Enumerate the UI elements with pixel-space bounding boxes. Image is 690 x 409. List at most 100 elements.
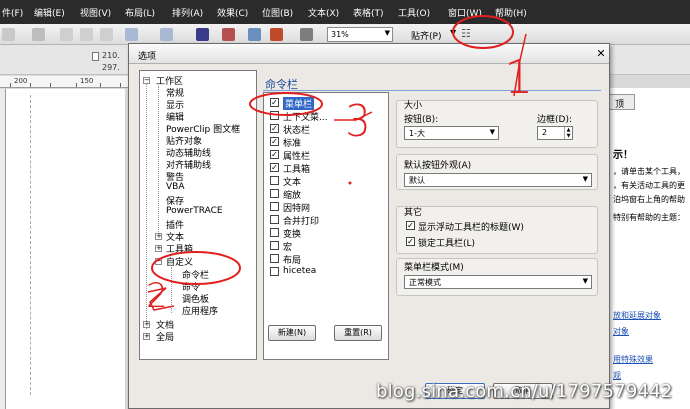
page-height-value[interactable]: 297. (102, 63, 120, 72)
checkbox[interactable]: ✓ (270, 150, 279, 159)
hints-docker: 顶 示！ ，请单击某个工具， ，有关活动工具的更 泊坞窗右上角的帮助 特别有帮助… (608, 88, 690, 409)
menu-view[interactable]: 视图(V) (80, 6, 111, 19)
options-icon[interactable]: ☷ (461, 27, 471, 40)
docker-tab[interactable]: 顶 (609, 94, 635, 110)
cut-icon[interactable] (60, 28, 73, 41)
list-item[interactable]: 合并打印 (270, 214, 388, 227)
page-width-value[interactable]: 210. (102, 51, 120, 60)
menu-file[interactable]: 件(F) (2, 6, 23, 19)
menu-edit[interactable]: 编辑(E) (34, 6, 65, 19)
snap-to-button[interactable]: 贴齐(P) (411, 29, 441, 42)
menubar-mode-select[interactable]: 正常模式 ▼ (404, 275, 592, 289)
button-size-select[interactable]: 1-大 ▼ (404, 126, 499, 140)
list-item[interactable]: 缩放 (270, 188, 388, 201)
paste-icon[interactable] (100, 28, 113, 41)
list-item[interactable]: ✓ 属性栏 (270, 149, 388, 162)
zoom-value: 31% (331, 30, 349, 39)
checkbox[interactable]: ✓ (270, 163, 279, 172)
list-item-label: 缩放 (283, 191, 302, 201)
menu-table[interactable]: 表格(T) (353, 6, 384, 19)
menu-bitmaps[interactable]: 位图(B) (262, 6, 293, 19)
appearance-select[interactable]: 默认 ▼ (404, 173, 592, 187)
list-item[interactable]: 布局 (270, 253, 388, 266)
tree-item-vba[interactable]: VBA (166, 182, 185, 192)
expand-icon[interactable]: + (155, 245, 162, 252)
collapse-icon[interactable]: − (143, 77, 150, 84)
lock-toolbar-label: 锁定工具栏(L) (418, 239, 476, 249)
page-border (30, 95, 31, 395)
list-item[interactable]: 因特网 (270, 201, 388, 214)
menu-layout[interactable]: 布局(L) (125, 6, 155, 19)
tree-item-toolbox[interactable]: 工具箱 (166, 242, 193, 255)
list-item[interactable]: ✓ 工具箱 (270, 162, 388, 175)
menu-help[interactable]: 帮助(H) (495, 6, 527, 19)
expand-icon[interactable]: + (155, 233, 162, 240)
list-item-label: 工具箱 (283, 165, 311, 175)
full-screen-icon[interactable] (300, 28, 313, 41)
dialog-title-bar[interactable]: 选项 ✕ (129, 44, 609, 64)
lock-toolbar-checkbox[interactable]: ✓ (406, 237, 415, 246)
docker-link[interactable]: 放和延展对象 (613, 310, 661, 321)
checkbox[interactable] (270, 267, 279, 276)
zoom-combo[interactable]: 31% ▼ (327, 27, 393, 42)
checkbox[interactable] (270, 228, 279, 237)
redo-icon[interactable] (160, 28, 173, 41)
list-item-label: 标准 (283, 139, 302, 149)
list-item-label: 变换 (283, 230, 302, 240)
menu-window[interactable]: 窗口(W) (448, 6, 482, 19)
docker-link[interactable]: 对象 (613, 326, 629, 337)
checkbox[interactable] (270, 215, 279, 224)
menu-text[interactable]: 文本(X) (308, 6, 339, 19)
checkbox[interactable] (270, 254, 279, 263)
floating-title-checkbox[interactable]: ✓ (406, 221, 415, 230)
import-icon[interactable] (196, 28, 209, 41)
new-icon[interactable] (2, 28, 15, 41)
new-toolbar-button[interactable]: 新建(N) (268, 325, 316, 341)
menubar-mode-value: 正常模式 (409, 278, 441, 287)
list-item[interactable]: hicetea (270, 266, 388, 278)
vertical-ruler (0, 89, 6, 409)
checkbox[interactable] (270, 111, 279, 120)
checkbox[interactable]: ✓ (270, 98, 279, 107)
expand-icon[interactable]: + (143, 333, 150, 340)
checkbox[interactable]: ✓ (270, 137, 279, 146)
page-icon (92, 52, 99, 61)
drawing-canvas[interactable] (0, 89, 125, 409)
chevron-down-icon[interactable]: ▼ (450, 28, 456, 37)
arrow-down-icon[interactable]: ▼ (564, 133, 572, 139)
application-launcher-icon[interactable] (248, 28, 261, 41)
checkbox[interactable] (270, 176, 279, 185)
annotation-label-one: 1 (504, 50, 534, 104)
reset-toolbar-button[interactable]: 重置(R) (334, 325, 382, 341)
chevron-down-icon: ▼ (384, 29, 390, 37)
docker-link[interactable]: 观 (613, 370, 621, 381)
menu-effects[interactable]: 效果(C) (217, 6, 248, 19)
collapse-icon[interactable]: − (155, 258, 162, 265)
close-icon[interactable]: ✕ (595, 48, 607, 60)
tree-item-powertrace[interactable]: PowerTRACE (166, 206, 223, 216)
tree-item-global[interactable]: 全局 (156, 330, 174, 343)
copy-icon[interactable] (80, 28, 93, 41)
checkbox[interactable] (270, 189, 279, 198)
tree-item-application[interactable]: 应用程序 (182, 304, 218, 317)
expand-icon[interactable]: + (143, 321, 150, 328)
menu-tools[interactable]: 工具(O) (398, 6, 430, 19)
menu-bar: 件(F) 编辑(E) 视图(V) 布局(L) 排列(A) 效果(C) 位图(B)… (0, 0, 690, 24)
undo-icon[interactable] (125, 28, 138, 41)
border-stepper[interactable]: 2 ▲ ▼ (537, 126, 573, 140)
docker-link[interactable]: 用特殊效果 (613, 354, 653, 365)
list-item[interactable]: 变换 (270, 227, 388, 240)
list-item[interactable]: 宏 (270, 240, 388, 253)
other-group-label: 其它 (404, 208, 423, 218)
welcome-screen-icon[interactable] (270, 28, 283, 41)
checkbox[interactable] (270, 202, 279, 211)
dialog-title: 选项 (138, 52, 157, 62)
list-item-label: hicetea (283, 266, 317, 276)
checkbox[interactable] (270, 241, 279, 250)
list-item[interactable]: 文本 (270, 175, 388, 188)
menu-arrange[interactable]: 排列(A) (172, 6, 203, 19)
annotation-label-two: 2 (146, 276, 168, 316)
export-icon[interactable] (222, 28, 235, 41)
save-icon[interactable] (32, 28, 45, 41)
checkbox[interactable]: ✓ (270, 124, 279, 133)
